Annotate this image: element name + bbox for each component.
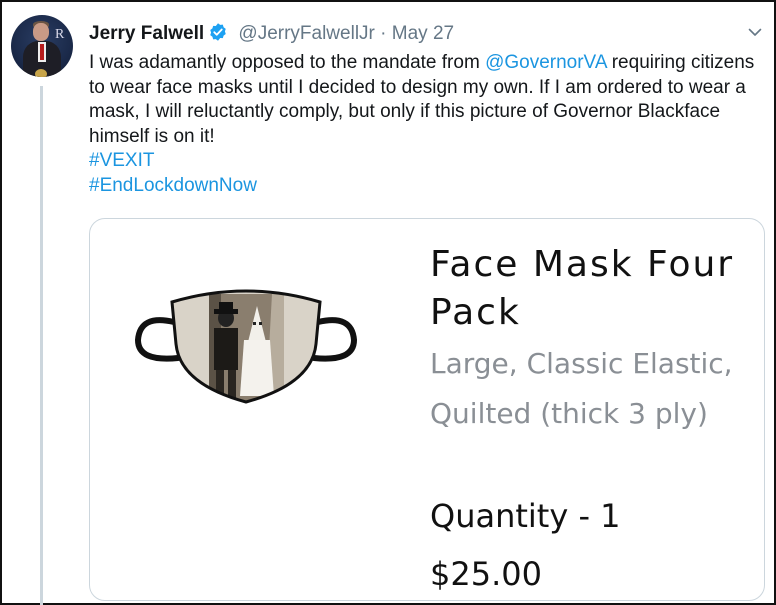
product-title: Face Mask Four Pack [430, 241, 734, 337]
tweet-header: Jerry Falwell @JerryFalwellJr · May 27 [89, 22, 454, 48]
hashtag-link[interactable]: #VEXIT [89, 149, 769, 174]
tweet-text-segment: requiring citizens [606, 52, 755, 73]
product-title-line: Pack [430, 292, 521, 333]
product-quantity: Quantity - 1 [430, 497, 621, 535]
author-handle[interactable]: @JerryFalwellJr [238, 23, 374, 44]
avatar[interactable]: R [11, 15, 73, 77]
tweet-text-line: himself is on it! [89, 125, 215, 147]
tweet-date[interactable]: May 27 [392, 23, 454, 44]
avatar-head [33, 23, 49, 41]
media-card[interactable]: Face Mask Four Pack Large, Classic Elast… [89, 218, 765, 601]
hashtag-link[interactable]: #EndLockdownNow [89, 174, 769, 199]
header-separator: · [380, 23, 387, 44]
avatar-background-letter: R [55, 27, 65, 42]
verified-badge-icon [208, 22, 228, 48]
thread-line [40, 86, 43, 605]
tweet-text: I was adamantly opposed to the mandate f… [89, 51, 769, 198]
author-name[interactable]: Jerry Falwell [89, 23, 204, 44]
avatar-tie [40, 44, 44, 60]
product-options-line: Quilted (thick 3 ply) [430, 397, 708, 430]
product-options: Large, Classic Elastic, Quilted (thick 3… [430, 339, 733, 439]
tweet-text-segment: I was adamantly opposed to the mandate f… [89, 52, 486, 73]
product-title-line: Face Mask Four [430, 244, 735, 285]
product-options-line: Large, Classic Elastic, [430, 347, 733, 380]
caret-down-icon[interactable] [747, 24, 763, 40]
avatar-podium-seal [35, 69, 47, 77]
tweet-text-line: I was adamantly opposed to the mandate f… [89, 51, 769, 76]
face-mask-image [134, 284, 358, 409]
tweet-text-line: mask, I will reluctantly comply, but onl… [89, 101, 721, 122]
mention-link[interactable]: @GovernorVA [485, 52, 606, 73]
tweet-text-line: to wear face masks until I decided to de… [89, 76, 746, 98]
product-price: $25.00 [430, 555, 542, 593]
